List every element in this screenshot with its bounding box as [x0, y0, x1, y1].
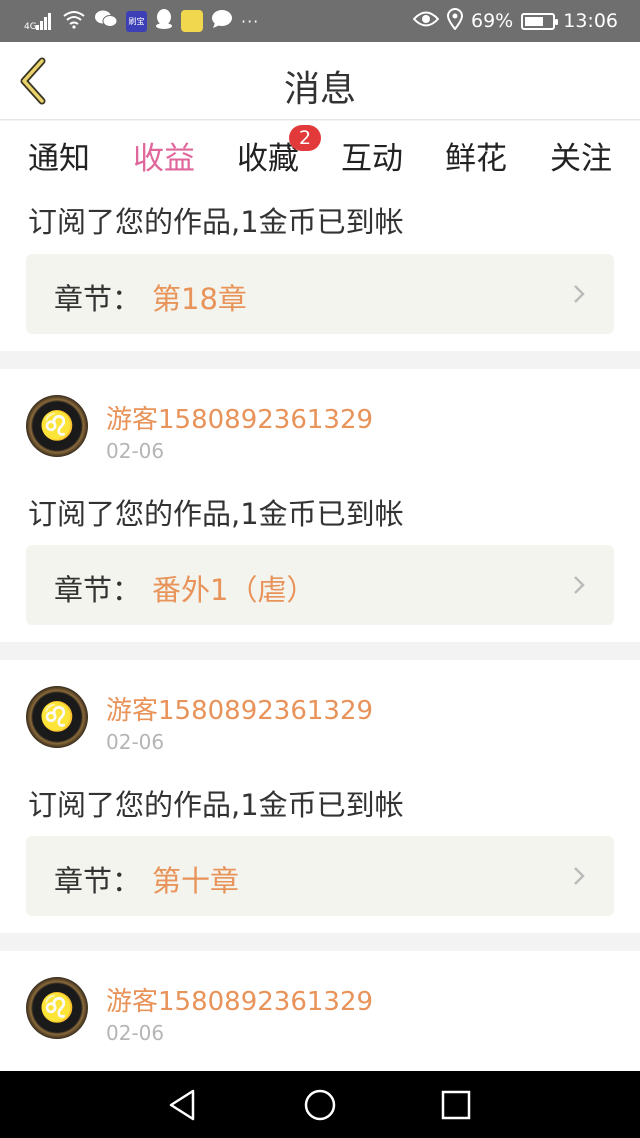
qq-icon [155, 8, 173, 34]
square-recents-icon [441, 1090, 471, 1120]
message-text: 订阅了您的作品,1金币已到帐 [28, 205, 404, 239]
tab-bar: 通知 收益 收藏 2 互动 鲜花 关注 [0, 121, 640, 194]
page-title: 消息 [283, 69, 356, 110]
tab-earnings[interactable]: 收益 [119, 133, 209, 194]
message-list[interactable]: 订阅了您的作品,1金币已到帐 章节： 第18章 ♌ 游客158089236132… [0, 187, 640, 1071]
more-notifications-icon: ··· [241, 11, 260, 31]
chevron-right-icon [574, 867, 585, 885]
chapter-name: 第18章 [152, 282, 247, 316]
tab-label: 鲜花 [445, 141, 507, 177]
clock: 13:06 [563, 10, 618, 32]
message-card: ♌ 游客1580892361329 02-06 订阅了您的作品,1金币已到帐 章… [0, 660, 640, 933]
message-card: ♌ 游客1580892361329 02-06 订阅了您的作品,1金币已到帐 章… [0, 369, 640, 642]
chapter-label: 章节： [54, 864, 142, 898]
message-date: 02-06 [106, 1021, 165, 1045]
wifi-icon [62, 9, 86, 33]
tab-label: 收益 [133, 141, 195, 177]
tab-label: 关注 [550, 141, 612, 177]
nav-home-button[interactable] [300, 1085, 340, 1125]
avatar-symbol: ♌ [39, 700, 75, 733]
network-type-label: 4G [24, 22, 37, 32]
status-bar: 4G 刷宝 ··· 69% 13:06 [0, 0, 640, 42]
tab-label: 收藏 [237, 141, 299, 177]
message-date: 02-06 [106, 439, 165, 463]
wechat-icon [94, 9, 118, 33]
chat-bubble-icon [211, 9, 233, 33]
username[interactable]: 游客1580892361329 [106, 690, 373, 727]
unread-badge: 2 [289, 125, 321, 151]
chapter-link[interactable]: 章节： 番外1（虐） [26, 545, 614, 625]
battery-icon [521, 12, 559, 30]
system-nav-bar [0, 1071, 640, 1138]
avatar-symbol: ♌ [39, 409, 75, 442]
avatar[interactable]: ♌ [26, 686, 88, 748]
chapter-link[interactable]: 章节： 第十章 [26, 836, 614, 916]
eye-icon [412, 10, 440, 33]
tab-favorites[interactable]: 收藏 2 [223, 125, 321, 178]
circle-home-icon [304, 1089, 336, 1121]
battery-percent: 69% [471, 10, 514, 32]
nav-back-button[interactable] [163, 1085, 203, 1125]
avatar[interactable]: ♌ [26, 977, 88, 1039]
chevron-right-icon [574, 576, 585, 594]
tab-follows[interactable]: 关注 [536, 133, 626, 178]
chapter-link[interactable]: 章节： 第18章 [26, 254, 614, 334]
message-card: ♌ 游客1580892361329 02-06 [0, 951, 640, 1071]
username[interactable]: 游客1580892361329 [106, 981, 373, 1018]
signal-icon: 4G [24, 10, 54, 32]
chevron-right-icon [574, 285, 585, 303]
chapter-name: 番外1（虐） [152, 573, 316, 607]
tab-flowers[interactable]: 鲜花 [431, 133, 521, 178]
tab-label: 通知 [28, 141, 90, 177]
username[interactable]: 游客1580892361329 [106, 399, 373, 436]
chapter-label: 章节： [54, 282, 142, 316]
nav-recents-button[interactable] [436, 1085, 476, 1125]
emoji-app-icon [181, 10, 203, 32]
message-text: 订阅了您的作品,1金币已到帐 [28, 788, 404, 822]
location-icon [446, 7, 464, 35]
message-card: 订阅了您的作品,1金币已到帐 章节： 第18章 [0, 187, 640, 351]
triangle-back-icon [169, 1089, 195, 1121]
shuabao-app-icon: 刷宝 [126, 10, 147, 32]
tab-notifications[interactable]: 通知 [14, 133, 104, 178]
chapter-label: 章节： [54, 573, 142, 607]
chapter-name: 第十章 [152, 864, 240, 898]
avatar[interactable]: ♌ [26, 395, 88, 457]
avatar-symbol: ♌ [39, 991, 75, 1024]
message-text: 订阅了您的作品,1金币已到帐 [28, 497, 404, 531]
tab-interactions[interactable]: 互动 [327, 133, 417, 178]
app-header: 消息 [0, 42, 640, 120]
tab-label: 互动 [341, 141, 403, 177]
message-date: 02-06 [106, 730, 165, 754]
